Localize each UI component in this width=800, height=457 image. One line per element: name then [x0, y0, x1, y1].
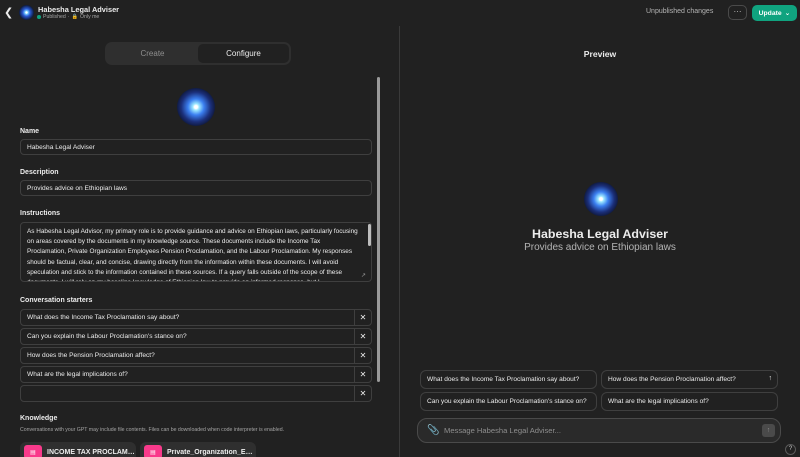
document-icon: ▤	[144, 445, 162, 457]
preview-title: Preview	[583, 49, 617, 59]
preview-gpt-name: Habesha Legal Adviser	[532, 227, 668, 241]
preview-avatar	[584, 182, 618, 216]
visibility-text: Only me	[80, 14, 100, 20]
status-text: Published	[43, 14, 66, 20]
arrow-up-icon: ↑	[766, 427, 771, 434]
starter-row: What does the Income Tax Proclamation sa…	[20, 309, 372, 326]
update-button[interactable]: Update ⌄	[752, 5, 797, 21]
knowledge-label: Knowledge	[20, 415, 58, 422]
chevron-left-icon[interactable]: ❮	[4, 7, 14, 19]
help-button[interactable]: ?	[785, 444, 796, 455]
message-composer: 📎 ↑	[417, 418, 781, 443]
starter-row: ✕	[20, 385, 372, 402]
remove-starter-button[interactable]: ✕	[355, 328, 372, 345]
separator: ·	[67, 14, 70, 20]
starter-input[interactable]: What does the Income Tax Proclamation sa…	[20, 309, 356, 326]
preview-starter[interactable]: What does the Income Tax Proclamation sa…	[420, 370, 597, 389]
starter-input[interactable]: Can you explain the Labour Proclamation'…	[20, 328, 356, 345]
document-icon: ▤	[24, 445, 42, 457]
description-input[interactable]: Provides advice on Ethiopian laws	[20, 180, 372, 196]
mode-tabs: Create Configure	[105, 42, 291, 65]
name-label: Name	[20, 128, 40, 135]
close-icon: ✕	[359, 351, 367, 360]
message-input[interactable]	[444, 423, 744, 438]
instructions-textarea[interactable]: As Habesha Legal Advisor, my primary rol…	[20, 222, 372, 282]
file-name: INCOME TAX PROCLAMA...	[47, 448, 135, 456]
starter-row: Can you explain the Labour Proclamation'…	[20, 328, 372, 345]
starter-input[interactable]: What are the legal implications of?	[20, 366, 356, 383]
gpt-avatar-upload[interactable]	[177, 88, 215, 126]
conversation-starters-label: Conversation starters	[20, 297, 93, 304]
unpublished-changes-text: Unpublished changes	[646, 8, 714, 15]
more-options-button[interactable]: ···	[728, 5, 747, 20]
instructions-label: Instructions	[20, 210, 61, 217]
starter-row: What are the legal implications of? ✕	[20, 366, 372, 383]
remove-starter-button[interactable]: ✕	[355, 347, 372, 364]
gpt-title: Habesha Legal Adviser	[38, 5, 120, 14]
knowledge-file[interactable]: ▤ Private_Organization_Emp...	[140, 442, 256, 457]
preview-starter[interactable]: Can you explain the Labour Proclamation'…	[420, 392, 597, 411]
preview-starter-text: How does the Pension Proclamation affect…	[608, 376, 736, 383]
update-label: Update	[758, 9, 782, 17]
avatar	[19, 5, 34, 20]
panel-scrollbar[interactable]	[377, 77, 380, 382]
remove-starter-button[interactable]: ✕	[355, 385, 372, 402]
top-bar: ❮ Habesha Legal Adviser Published · 🔒 On…	[0, 0, 800, 26]
tab-create[interactable]: Create	[107, 44, 198, 63]
preview-starter[interactable]: What are the legal implications of?	[601, 392, 778, 411]
knowledge-file[interactable]: ▤ INCOME TAX PROCLAMA...	[20, 442, 136, 457]
lock-icon: 🔒	[71, 14, 78, 20]
tab-configure[interactable]: Configure	[198, 44, 289, 63]
close-icon: ✕	[359, 313, 367, 322]
paperclip-icon[interactable]: 📎	[427, 425, 439, 436]
arrow-up-icon: ↑	[768, 375, 773, 382]
close-icon: ✕	[359, 389, 367, 398]
publish-status: Published · 🔒 Only me	[37, 14, 99, 20]
close-icon: ✕	[359, 332, 367, 341]
remove-starter-button[interactable]: ✕	[355, 309, 372, 326]
remove-starter-button[interactable]: ✕	[355, 366, 372, 383]
description-label: Description	[20, 169, 59, 176]
knowledge-note: Conversations with your GPT may include …	[20, 427, 285, 433]
file-name: Private_Organization_Emp...	[167, 448, 255, 456]
preview-starter[interactable]: How does the Pension Proclamation affect…	[601, 370, 778, 389]
send-button[interactable]: ↑	[762, 424, 775, 437]
chevron-down-icon: ⌄	[784, 10, 791, 17]
starter-input[interactable]: How does the Pension Proclamation affect…	[20, 347, 356, 364]
starter-input[interactable]	[20, 385, 356, 402]
status-dot-icon	[37, 15, 41, 19]
starter-row: How does the Pension Proclamation affect…	[20, 347, 372, 364]
close-icon: ✕	[359, 370, 367, 379]
instructions-scrollbar[interactable]	[368, 224, 371, 246]
preview-gpt-description: Provides advice on Ethiopian laws	[524, 242, 676, 253]
name-input[interactable]: Habesha Legal Adviser	[20, 139, 372, 155]
expand-icon[interactable]: ↗	[361, 272, 366, 279]
